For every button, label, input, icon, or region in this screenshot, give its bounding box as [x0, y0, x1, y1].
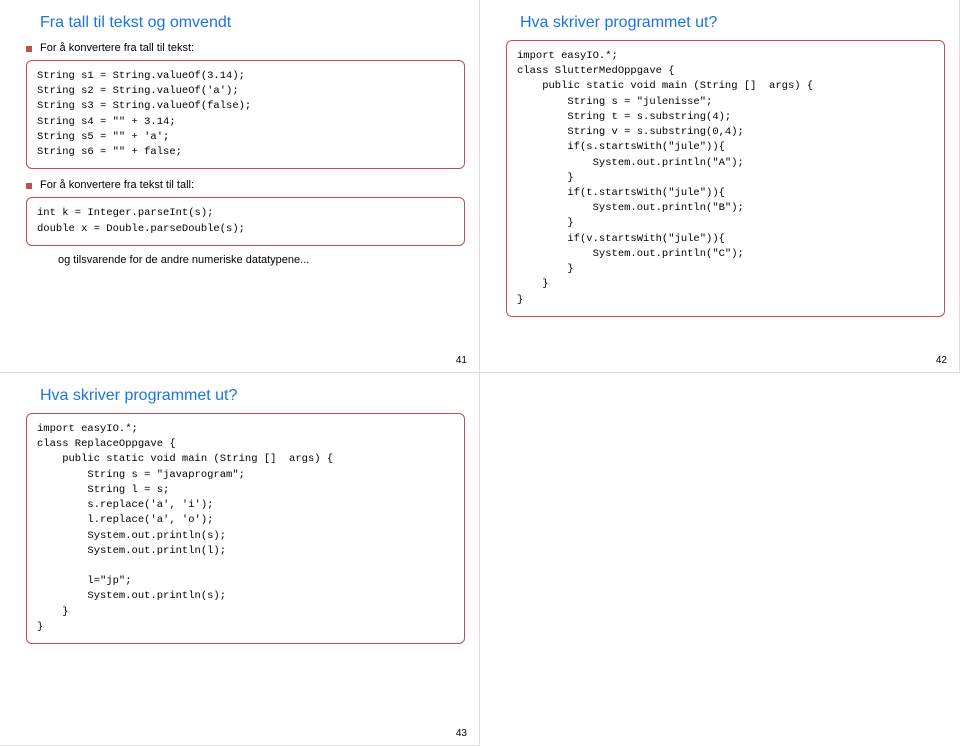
page-number: 42 [936, 355, 947, 366]
slide-43: Hva skriver programmet ut? import easyIO… [0, 373, 480, 746]
page-number: 43 [456, 728, 467, 739]
slide-title: Hva skriver programmet ut? [40, 387, 465, 405]
code-block: import easyIO.*; class ReplaceOppgave { … [26, 413, 465, 644]
bullet-text: For å konvertere fra tekst til tall: [40, 179, 465, 191]
slide-empty [480, 373, 960, 746]
slide-title: Fra tall til tekst og omvendt [40, 14, 465, 32]
bullet-text: For å konvertere fra tall til tekst: [40, 42, 465, 54]
slide-title: Hva skriver programmet ut? [520, 14, 945, 32]
note-text: og tilsvarende for de andre numeriske da… [58, 254, 465, 266]
slide-41: Fra tall til tekst og omvendt For å konv… [0, 0, 480, 373]
code-block: int k = Integer.parseInt(s); double x = … [26, 197, 465, 245]
slide-42: Hva skriver programmet ut? import easyIO… [480, 0, 960, 373]
code-block: String s1 = String.valueOf(3.14); String… [26, 60, 465, 169]
code-block: import easyIO.*; class SlutterMedOppgave… [506, 40, 945, 317]
page-number: 41 [456, 355, 467, 366]
